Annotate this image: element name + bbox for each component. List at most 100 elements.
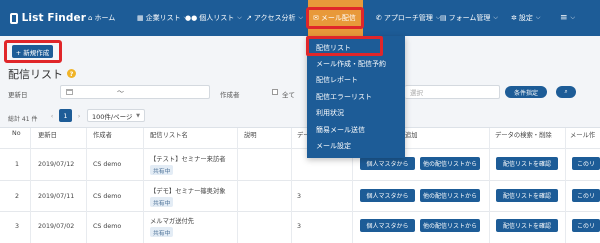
search-icon: ⌕ <box>564 88 568 95</box>
logo[interactable]: List Finder <box>10 12 86 24</box>
creator-label: 作成者 <box>220 91 240 99</box>
brand-name: List Finder <box>21 12 86 24</box>
add-from-master-button[interactable]: 個人マスタから <box>360 157 415 170</box>
home-icon: ⌂ <box>88 14 93 22</box>
row-count: 3 <box>297 193 302 200</box>
menu-item-report[interactable]: 配信レポート <box>316 75 358 85</box>
row-divider <box>0 211 600 212</box>
column-divider <box>143 128 144 243</box>
nav-mail-highlight <box>306 7 364 29</box>
nav-settings[interactable]: ✲ 設定 ⌵ <box>511 0 540 36</box>
row-divider <box>0 180 600 181</box>
row-creator: CS demo <box>93 161 122 168</box>
creator-select-placeholder: 選択 <box>410 89 423 97</box>
shared-badge: 共有中 <box>150 227 174 237</box>
updated-date-label: 更新日 <box>8 91 28 99</box>
column-divider <box>565 128 566 243</box>
search-button[interactable]: ⌕ <box>556 86 576 98</box>
header-add: 追加 <box>405 132 418 139</box>
row-date: 2019/07/12 <box>38 161 75 168</box>
hamburger-menu[interactable]: ≡ ⌵ <box>560 0 575 36</box>
date-separator: 〜 <box>117 88 124 96</box>
chevron-down-icon: ▼ <box>136 112 140 119</box>
row-creator: CS demo <box>93 223 122 230</box>
all-checkbox[interactable] <box>272 89 278 95</box>
header-updated: 更新日 <box>38 132 57 139</box>
add-from-other-list-button[interactable]: 他の配信リストから <box>420 219 480 232</box>
add-from-other-list-button[interactable]: 他の配信リストから <box>420 189 480 202</box>
mail-create-button[interactable]: このリ <box>572 219 600 232</box>
menu-item-usage[interactable]: 利用状況 <box>316 108 344 118</box>
row-creator: CS demo <box>93 193 122 200</box>
chevron-down-icon: ⌵ <box>535 14 541 21</box>
column-divider <box>489 128 490 243</box>
new-button-highlight <box>4 40 62 63</box>
row-date: 2019/07/11 <box>38 193 75 200</box>
add-from-master-button[interactable]: 個人マスタから <box>360 219 415 232</box>
per-page-select[interactable]: 100件/ページ ▼ <box>87 109 145 122</box>
menu-item-create-mail[interactable]: メール作成・配信予約 <box>316 59 386 69</box>
header-no: No <box>12 130 21 137</box>
column-divider <box>86 128 87 243</box>
form-icon: ▤ <box>440 14 447 22</box>
add-from-master-button[interactable]: 個人マスタから <box>360 189 415 202</box>
next-page-button[interactable]: › <box>75 109 83 122</box>
gear-icon: ✲ <box>511 14 517 22</box>
shared-badge: 共有中 <box>150 165 174 175</box>
row-list-name[interactable]: 【デモ】セミナー篠奥対象 <box>150 186 226 195</box>
total-count: 総計 41 件 <box>8 116 38 123</box>
shared-badge: 共有中 <box>150 197 174 207</box>
add-from-other-list-button[interactable]: 他の配信リストから <box>420 157 480 170</box>
creator-select[interactable]: 選択 <box>405 85 500 99</box>
row-list-name[interactable]: 【テスト】セミナー来訪者 <box>150 154 226 163</box>
row-list-name[interactable]: メルマガ送付先 <box>150 216 194 225</box>
confirm-list-button[interactable]: 配信リストを確認 <box>496 189 558 202</box>
column-divider <box>237 128 238 243</box>
header-description: 説明 <box>244 132 257 139</box>
confirm-list-button[interactable]: 配信リストを確認 <box>496 157 558 170</box>
row-date: 2019/07/02 <box>38 223 75 230</box>
menu-icon: ≡ <box>560 13 568 23</box>
row-count: 3 <box>297 223 302 230</box>
mail-create-button[interactable]: このリ <box>572 189 600 202</box>
nav-companies[interactable]: ▦ 企業リスト ⌵ <box>137 0 188 36</box>
page-title: 配信リスト <box>8 68 63 81</box>
chevron-down-icon: ⌵ <box>237 14 242 21</box>
header-creator: 作成者 <box>93 132 112 139</box>
condition-button[interactable]: 条件指定 <box>505 86 547 98</box>
chevron-down-icon: ⌵ <box>570 14 576 21</box>
current-page[interactable]: 1 <box>59 109 72 122</box>
date-range-input[interactable]: 〜 <box>60 85 210 99</box>
all-label: 全て <box>282 91 295 99</box>
header-search-delete: データの検索・削除 <box>495 132 552 139</box>
nav-forms[interactable]: ▤ フォーム管理 ⌵ <box>440 0 498 36</box>
header-mail: メール作 <box>570 132 596 139</box>
logo-mark-icon <box>10 12 18 24</box>
column-divider <box>291 128 292 243</box>
menu-item-mail-settings[interactable]: メール設定 <box>316 141 351 151</box>
menu-item-highlight <box>306 36 383 56</box>
row-no: 3 <box>15 223 20 230</box>
row-divider <box>0 148 600 149</box>
nav-access-analysis[interactable]: ↗ アクセス分析 ⌵ <box>246 0 303 36</box>
menu-item-error-list[interactable]: 配信エラーリスト <box>316 92 372 102</box>
confirm-list-button[interactable]: 配信リストを確認 <box>496 219 558 232</box>
nav-approach[interactable]: ✆ アプローチ管理 ⌵ <box>376 0 440 36</box>
help-icon[interactable]: ? <box>67 69 76 78</box>
mail-create-button[interactable]: このリ <box>572 157 600 170</box>
chart-line-icon: ↗ <box>246 14 252 22</box>
building-icon: ▦ <box>137 14 144 22</box>
calendar-icon <box>66 89 73 95</box>
menu-item-simple-send[interactable]: 簡易メール送信 <box>316 125 365 135</box>
users-icon: ●● <box>185 14 198 22</box>
chevron-down-icon: ⌵ <box>298 14 304 21</box>
nav-home[interactable]: ⌂ ホーム <box>88 0 115 36</box>
chevron-down-icon: ⌵ <box>493 14 498 21</box>
nav-people[interactable]: ●● 個人リスト ⌵ <box>185 0 242 36</box>
row-no: 1 <box>15 161 20 168</box>
row-no: 2 <box>15 193 20 200</box>
phone-icon: ✆ <box>376 14 382 22</box>
prev-page-button[interactable]: ‹ <box>48 109 56 122</box>
column-divider <box>30 128 31 243</box>
header-list-name: 配信リスト名 <box>150 132 188 139</box>
